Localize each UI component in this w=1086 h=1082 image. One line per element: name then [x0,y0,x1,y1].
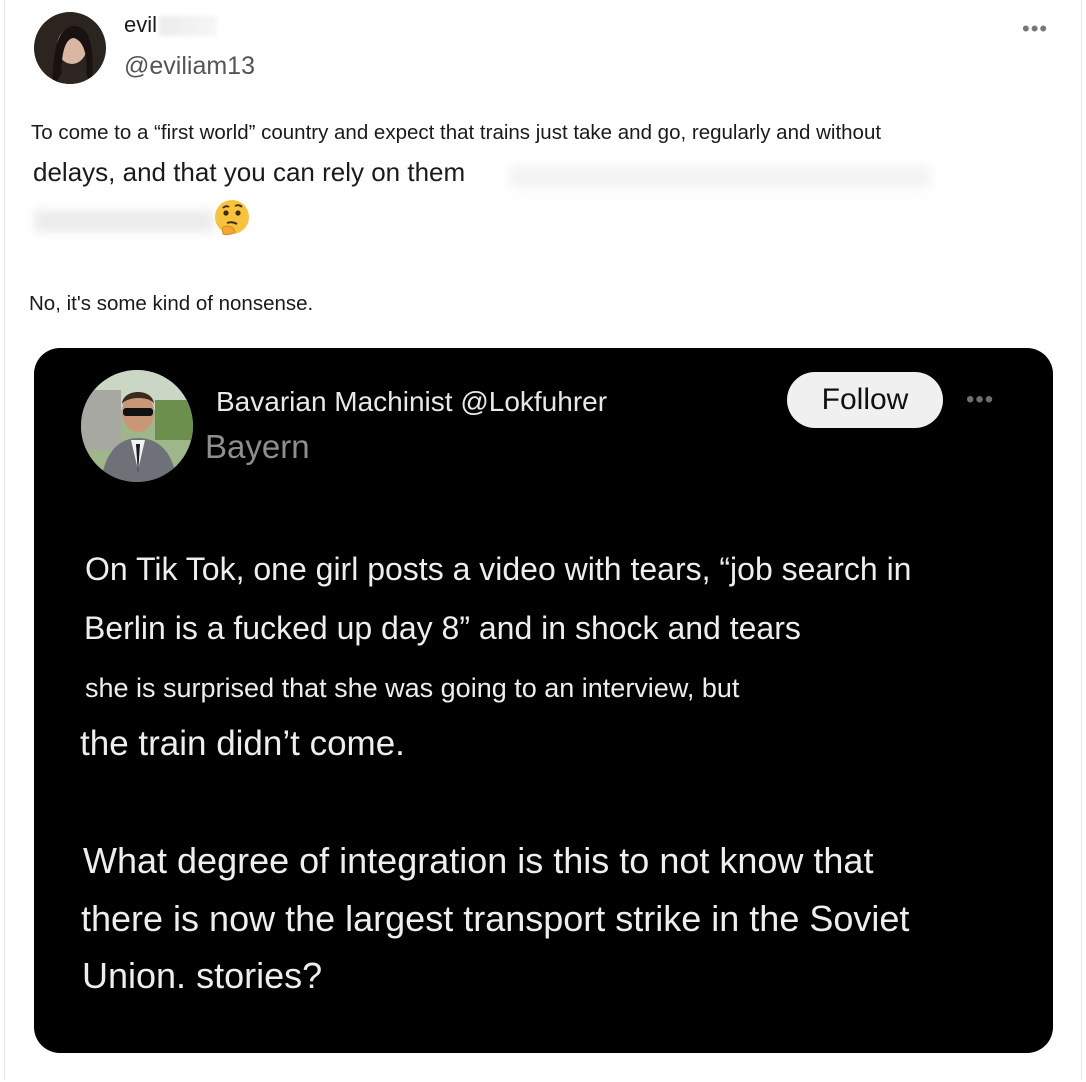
author-avatar[interactable] [34,12,106,84]
author-name-text: evil [124,12,158,37]
redacted-text [34,210,214,232]
post-text-line-1: To come to a “first world” country and e… [31,121,882,144]
quoted-text-line: there is now the largest transport strik… [81,898,910,939]
follow-button[interactable]: Follow [787,372,943,428]
author-handle[interactable]: @eviliam13 [124,52,255,81]
post-text-line-2: delays, and that you can rely on them [33,157,466,187]
quoted-text-line: On Tik Tok, one girl posts a video with … [85,551,912,587]
quoted-text-line: she is surprised that she was going to a… [85,673,740,703]
post-reply-text: No, it's some kind of nonsense. [29,292,314,315]
quoted-text-line: the train didn’t come. [80,724,405,763]
more-options-icon[interactable]: ••• [1022,16,1048,42]
quoted-author-avatar[interactable] [81,370,193,482]
redacted-name-part [159,16,218,37]
author-display-name[interactable]: evil [124,12,218,38]
quoted-text-line: Berlin is a fucked up day 8” and in shoc… [84,610,801,646]
thinking-face-icon [213,198,251,238]
quoted-text-line: What degree of integration is this to no… [83,840,874,881]
quoted-author-location: Bayern [205,428,310,465]
quoted-text-line: Union. stories? [82,955,323,996]
redacted-text [510,166,930,188]
quoted-author-name-handle[interactable]: Bavarian Machinist @Lokfuhrer [216,386,607,418]
quoted-more-options-icon[interactable]: ••• [966,386,994,414]
